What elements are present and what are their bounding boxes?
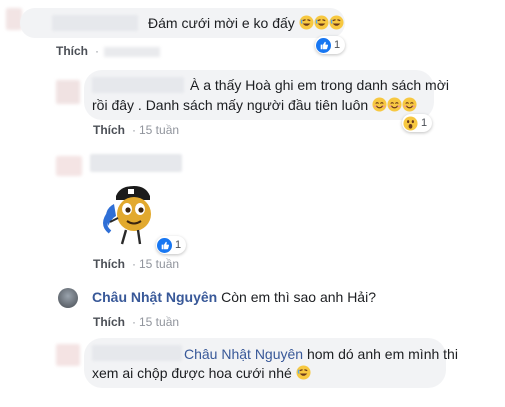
- timestamp[interactable]: 15 tuần: [139, 315, 179, 329]
- mention-link[interactable]: Châu Nhật Nguyên: [184, 346, 303, 362]
- reply-link[interactable]: [104, 46, 160, 57]
- comment-text-line-1: Châu Nhật Nguyên hom dó anh em mình thi: [184, 346, 458, 362]
- comment-text: Còn em thì sao anh Hải?: [221, 289, 376, 305]
- comment-text-line-2: xem ai chộp được hoa cưới nhé: [92, 363, 311, 383]
- comment-text-line-2: rồi đây . Danh sách mấy người đầu tiên l…: [92, 95, 417, 115]
- comment-actions: Thích · 15 tuần: [93, 315, 180, 329]
- commenter-avatar[interactable]: [56, 156, 82, 176]
- reaction-count[interactable]: 1: [402, 114, 433, 132]
- like-reaction-icon: [316, 37, 331, 53]
- timestamp[interactable]: 15 tuần: [139, 123, 179, 137]
- wow-reaction-icon: [403, 115, 418, 131]
- comment-line: Châu Nhật Nguyên Còn em thì sao anh Hải?: [92, 287, 376, 307]
- commenter-name[interactable]: [92, 77, 184, 93]
- commenter-avatar[interactable]: [58, 288, 78, 308]
- comment-text-line-1: À a thấy Hoà ghi em trong danh sách mời: [190, 77, 449, 93]
- commenter-name[interactable]: [90, 154, 182, 172]
- author-name[interactable]: Châu Nhật Nguyên: [92, 289, 217, 305]
- commenter-avatar[interactable]: [56, 80, 80, 104]
- commenter-avatar[interactable]: [56, 344, 80, 366]
- like-reaction-icon: [157, 237, 172, 253]
- comment-actions: Thích ·: [56, 44, 160, 58]
- like-button[interactable]: Thích: [93, 123, 125, 137]
- reaction-count[interactable]: 1: [315, 36, 346, 54]
- rofl-emoji: [299, 15, 344, 31]
- reaction-count[interactable]: 1: [156, 236, 187, 254]
- timestamp[interactable]: 15 tuần: [139, 257, 179, 271]
- like-button[interactable]: Thích: [93, 257, 125, 271]
- commenter-name[interactable]: [92, 345, 182, 361]
- rofl-emoji: [296, 365, 311, 381]
- comment-actions: Thích · 15 tuần: [93, 123, 180, 137]
- like-button[interactable]: Thích: [93, 315, 125, 329]
- smile-emoji: [372, 97, 417, 113]
- commenter-name[interactable]: [52, 15, 138, 31]
- comment-text: Đám cưới mời e ko đấy: [148, 13, 344, 33]
- comment-actions: Thích · 15 tuần: [93, 257, 180, 271]
- like-button[interactable]: Thích: [56, 44, 88, 58]
